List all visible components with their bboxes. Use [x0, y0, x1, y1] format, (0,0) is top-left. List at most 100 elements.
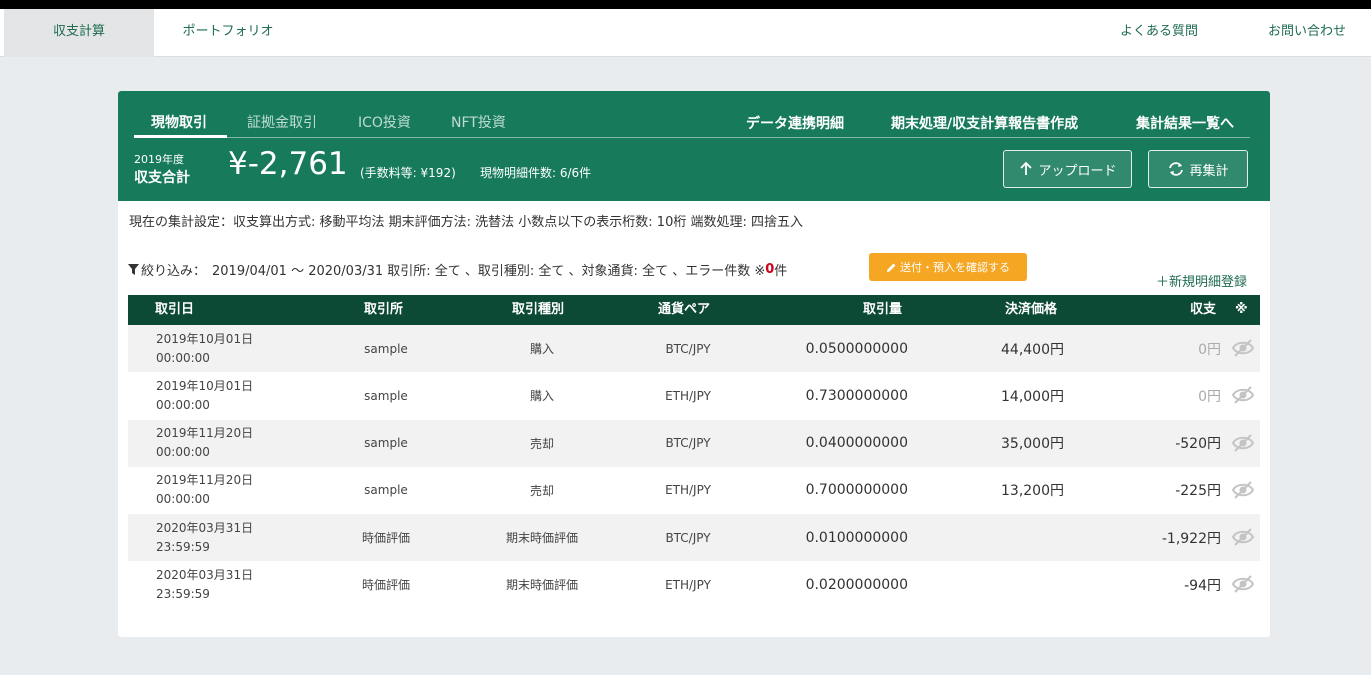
- total-amount: ¥-2,761: [228, 146, 348, 182]
- col-exchange: 取引所: [364, 302, 404, 317]
- filter-prefix: 絞り込み：: [141, 264, 207, 279]
- nav-item-portfolio[interactable]: ポートフォリオ: [160, 9, 296, 57]
- active-tab-indicator: [134, 135, 227, 138]
- cell-date-day: 2019年10月01日: [156, 378, 254, 393]
- recalculate-button[interactable]: 再集計: [1148, 150, 1248, 188]
- tabs-divider: [134, 137, 1250, 138]
- col-date: 取引日: [155, 302, 195, 317]
- confirm-transfers-button[interactable]: 送付・預入を確認する: [869, 253, 1027, 281]
- col-pl: 収支: [1190, 302, 1217, 317]
- nav-item-calc[interactable]: 収支計算: [4, 9, 154, 57]
- filter-bar: 絞り込み： 2019/04/01 〜 2020/03/31 取引所: 全て 、取…: [128, 260, 787, 279]
- cell-type: 売却: [529, 483, 554, 498]
- cell-date-time: 00:00:00: [156, 397, 210, 412]
- cell-price: 44,400円: [1001, 341, 1064, 358]
- total-label: 収支合計: [134, 170, 190, 186]
- table-row[interactable]: 2020年03月31日 23:59:59 時価評価 期末時価評価 BTC/JPY…: [128, 514, 1260, 562]
- fiscal-year: 2019年度: [134, 153, 184, 166]
- tab-nft[interactable]: NFT投資: [451, 112, 506, 132]
- cell-date-day: 2020年03月31日: [156, 520, 254, 535]
- cell-date-day: 2019年11月20日: [156, 473, 254, 488]
- cell-type: 購入: [529, 342, 554, 356]
- cell-pair: ETH/JPY: [665, 388, 711, 403]
- record-count: 現物明細件数: 6/6件: [480, 166, 592, 180]
- cell-exchange: 時価評価: [361, 531, 410, 546]
- refresh-icon: [1167, 161, 1185, 177]
- cell-date-time: 23:59:59: [156, 539, 210, 554]
- table-row[interactable]: 2019年10月01日 00:00:00 sample 購入 ETH/JPY 0…: [128, 372, 1260, 420]
- cell-date-time: 00:00:00: [156, 492, 210, 507]
- col-type: 取引種別: [512, 302, 565, 317]
- year-end-report-link[interactable]: 期末処理/収支計算報告書作成: [891, 113, 1078, 133]
- eye-off-icon[interactable]: [1231, 385, 1255, 408]
- cell-pair: BTC/JPY: [665, 341, 711, 356]
- eye-off-icon[interactable]: [1231, 574, 1255, 597]
- cell-type: 期末時価評価: [505, 531, 578, 546]
- cell-price: [954, 561, 1064, 608]
- cell-qty: 0.0100000000: [805, 529, 908, 546]
- tab-ico[interactable]: ICO投資: [358, 112, 411, 132]
- error-count-suffix: 件: [774, 264, 788, 279]
- filter-icon: [128, 264, 139, 275]
- col-pair: 通貨ペア: [658, 302, 711, 317]
- confirm-transfers-label: 送付・預入を確認する: [900, 261, 1010, 274]
- eye-off-icon[interactable]: [1231, 433, 1255, 456]
- fee-summary: (手数料等: ¥192): [360, 166, 456, 180]
- eye-off-icon[interactable]: [1231, 480, 1255, 503]
- cell-exchange: sample: [364, 341, 408, 356]
- cell-date: 2019年10月01日 00:00:00: [156, 325, 253, 372]
- tab-margin[interactable]: 証拠金取引: [247, 112, 317, 132]
- eye-off-icon[interactable]: [1231, 338, 1255, 361]
- cell-date-day: 2020年03月31日: [156, 567, 254, 582]
- col-note: ※: [1235, 302, 1248, 317]
- cell-pl: -1,922円: [1161, 530, 1221, 547]
- table-row[interactable]: 2019年11月20日 00:00:00 sample 売却 BTC/JPY 0…: [128, 419, 1260, 467]
- top-black-bar: [0, 0, 1371, 9]
- cell-qty: 0.7300000000: [805, 387, 908, 404]
- cell-type: 期末時価評価: [505, 578, 578, 593]
- tab-spot[interactable]: 現物取引: [151, 112, 207, 132]
- cell-price: 35,000円: [1001, 436, 1064, 453]
- table-row[interactable]: 2020年03月31日 23:59:59 時価評価 期末時価評価 ETH/JPY…: [128, 561, 1260, 609]
- calc-settings: 現在の集計設定：収支算出方式: 移動平均法 期末評価方法: 洗替法 小数点以下の…: [129, 215, 803, 230]
- cell-type: 売却: [529, 436, 554, 451]
- cell-pair: ETH/JPY: [665, 577, 711, 592]
- upload-label: アップロード: [1038, 163, 1117, 179]
- filter-criteria: 2019/04/01 〜 2020/03/31 取引所: 全て 、取引種別: 全…: [212, 264, 766, 279]
- table-header: 取引日 取引所 取引種別 通貨ペア 取引量 決済価格 収支 ※: [128, 295, 1260, 325]
- cell-pl: 0円: [1198, 388, 1221, 405]
- cell-qty: 0.7000000000: [805, 482, 908, 499]
- data-link-details-link[interactable]: データ連携明細: [746, 113, 844, 133]
- cell-qty: 0.0400000000: [805, 435, 908, 452]
- arrow-up-icon: [1018, 161, 1034, 177]
- main-card: 現物取引 証拠金取引 ICO投資 NFT投資 データ連携明細 期末処理/収支計算…: [118, 91, 1270, 637]
- cell-date: 2019年11月20日 00:00:00: [156, 467, 253, 514]
- cell-exchange: 時価評価: [361, 578, 410, 593]
- new-entry-link[interactable]: ＋新規明細登録: [1156, 271, 1247, 290]
- cell-pl: -520円: [1175, 436, 1221, 453]
- table-row[interactable]: 2019年10月01日 00:00:00 sample 購入 BTC/JPY 0…: [128, 325, 1260, 373]
- cell-price: 14,000円: [1001, 388, 1064, 405]
- cell-pl: -225円: [1175, 483, 1221, 500]
- cell-exchange: sample: [364, 436, 408, 451]
- cell-pl: 0円: [1198, 341, 1221, 358]
- table-row[interactable]: 2019年11月20日 00:00:00 sample 売却 ETH/JPY 0…: [128, 466, 1260, 515]
- cell-price: [954, 514, 1064, 561]
- cell-date-day: 2019年11月20日: [156, 426, 254, 441]
- cell-date: 2019年11月20日 00:00:00: [156, 420, 253, 467]
- cell-pair: ETH/JPY: [665, 483, 711, 498]
- results-list-link[interactable]: 集計結果一覧へ: [1136, 113, 1234, 133]
- cell-pl: -94円: [1184, 577, 1221, 594]
- cell-exchange: sample: [364, 483, 408, 498]
- upload-button[interactable]: アップロード: [1003, 150, 1132, 188]
- pencil-icon: [886, 262, 897, 273]
- cell-qty: 0.0200000000: [805, 576, 908, 593]
- cell-date: 2020年03月31日 23:59:59: [156, 561, 253, 608]
- eye-off-icon[interactable]: [1231, 527, 1255, 550]
- cell-date: 2019年10月01日 00:00:00: [156, 372, 253, 419]
- cell-date-time: 00:00:00: [156, 350, 210, 365]
- nav-item-faq[interactable]: よくある質問: [1094, 9, 1224, 57]
- summary-header: 現物取引 証拠金取引 ICO投資 NFT投資 データ連携明細 期末処理/収支計算…: [118, 91, 1270, 201]
- nav-item-contact[interactable]: お問い合わせ: [1244, 9, 1370, 57]
- cell-date-time: 00:00:00: [156, 445, 210, 460]
